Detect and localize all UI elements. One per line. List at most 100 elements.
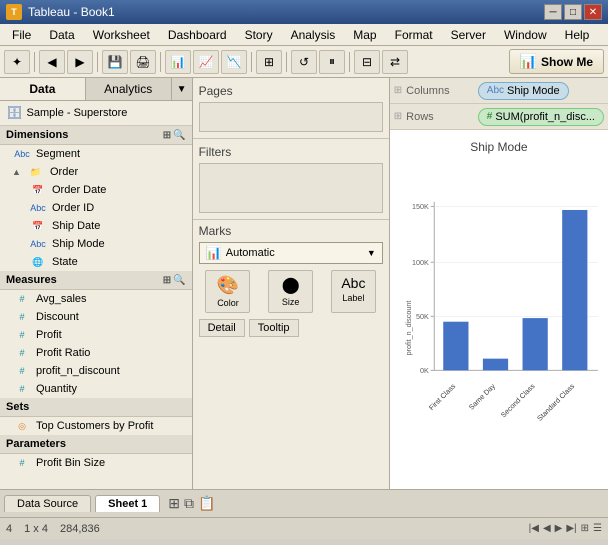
toolbar-filter[interactable]: ⊞ bbox=[256, 50, 282, 74]
measure-profit-n-discount-label: profit_n_discount bbox=[36, 365, 120, 377]
info-item1: 4 bbox=[6, 523, 12, 535]
marks-size-btn[interactable]: ⬤ Size bbox=[268, 270, 313, 313]
measure-quantity[interactable]: # Quantity bbox=[0, 380, 192, 398]
toolbar-table[interactable]: ⊟ bbox=[354, 50, 380, 74]
tab-data-source[interactable]: Data Source bbox=[4, 495, 91, 512]
nav-prev-icon[interactable]: ◀ bbox=[543, 523, 551, 534]
abc-icon-3: Abc bbox=[28, 239, 48, 249]
toolbar-chart3[interactable]: 📉 bbox=[221, 50, 247, 74]
menu-server[interactable]: Server bbox=[443, 26, 494, 44]
tab-analytics[interactable]: Analytics bbox=[86, 78, 172, 100]
new-sheet-icon[interactable]: ⊞ bbox=[168, 495, 180, 512]
menu-help[interactable]: Help bbox=[557, 26, 598, 44]
filters-shelf[interactable] bbox=[199, 163, 383, 213]
bar-second-class[interactable] bbox=[522, 318, 547, 370]
list-view-icon[interactable]: ☰ bbox=[593, 523, 602, 534]
measure-profit[interactable]: # Profit bbox=[0, 326, 192, 344]
panel-collapse-arrow[interactable]: ▼ bbox=[172, 78, 192, 100]
toolbar-pause[interactable]: ⏸ bbox=[319, 50, 345, 74]
info-item3: 284,836 bbox=[60, 523, 100, 535]
show-me-button[interactable]: 📊 Show Me bbox=[509, 49, 604, 74]
toolbar-refresh[interactable]: ↺ bbox=[291, 50, 317, 74]
measures-grid-icon[interactable]: ⊞ bbox=[163, 275, 171, 286]
dim-ship-mode[interactable]: Abc Ship Mode bbox=[0, 235, 192, 253]
dim-state[interactable]: 🌐 State bbox=[0, 253, 192, 271]
marks-color-btn[interactable]: 🎨 Color bbox=[205, 270, 250, 313]
dim-order-date[interactable]: 📅 Order Date bbox=[0, 181, 192, 199]
toolbar-back[interactable]: ◀ bbox=[39, 50, 65, 74]
nav-first-icon[interactable]: |◀ bbox=[529, 523, 539, 534]
nav-next-icon[interactable]: ▶ bbox=[555, 523, 563, 534]
y-tick-50k: 50K bbox=[416, 312, 429, 321]
add-dashboard-icon[interactable]: 📋 bbox=[198, 495, 215, 512]
menu-window[interactable]: Window bbox=[496, 26, 555, 44]
hash-icon-1: # bbox=[12, 294, 32, 304]
dim-segment[interactable]: Abc Segment bbox=[0, 145, 192, 163]
chart-title: Ship Mode bbox=[400, 140, 598, 154]
dimensions-label: Dimensions bbox=[6, 129, 68, 141]
parameters-label: Parameters bbox=[6, 438, 66, 450]
toolbar-sep-1 bbox=[34, 52, 35, 72]
grid-view-icon[interactable]: ⊞ bbox=[581, 523, 589, 534]
set-top-customers[interactable]: ◎ Top Customers by Profit bbox=[0, 417, 192, 435]
toolbar-forward[interactable]: ▶ bbox=[67, 50, 93, 74]
title-bar: T Tableau - Book1 ─ □ ✕ bbox=[0, 0, 608, 24]
marks-detail-btn[interactable]: Detail bbox=[199, 319, 245, 337]
measure-discount[interactable]: # Discount bbox=[0, 308, 192, 326]
menu-format[interactable]: Format bbox=[387, 26, 441, 44]
measures-search-icon[interactable]: 🔍 bbox=[173, 275, 185, 286]
measures-label: Measures bbox=[6, 274, 57, 286]
menu-dashboard[interactable]: Dashboard bbox=[160, 26, 235, 44]
dim-order-folder[interactable]: ▲ 📁 Order bbox=[0, 163, 192, 181]
marks-type-dropdown[interactable]: 📊 Automatic ▼ bbox=[199, 242, 383, 264]
minimize-button[interactable]: ─ bbox=[544, 4, 562, 20]
window-title: Tableau - Book1 bbox=[28, 5, 115, 19]
columns-shelf: ⊞ Columns Abc Ship Mode bbox=[390, 78, 608, 104]
toolbar-save[interactable]: 💾 bbox=[102, 50, 128, 74]
tab-data[interactable]: Data bbox=[0, 78, 86, 100]
menu-file[interactable]: File bbox=[4, 26, 39, 44]
chart-area: Ship Mode profit_n_discount 150K 100K 50… bbox=[390, 130, 608, 489]
window-controls[interactable]: ─ □ ✕ bbox=[544, 4, 602, 20]
data-analytics-tabs: Data Analytics ▼ bbox=[0, 78, 192, 101]
tab-sheet1[interactable]: Sheet 1 bbox=[95, 495, 160, 512]
menu-map[interactable]: Map bbox=[345, 26, 384, 44]
menu-analysis[interactable]: Analysis bbox=[283, 26, 344, 44]
marks-tooltip-btn[interactable]: Tooltip bbox=[249, 319, 299, 337]
data-source-item[interactable]: 🗄 Sample - Superstore bbox=[0, 101, 192, 126]
folder-icon: 📁 bbox=[26, 167, 46, 178]
maximize-button[interactable]: □ bbox=[564, 4, 582, 20]
menu-story[interactable]: Story bbox=[237, 26, 281, 44]
toolbar-sep-2 bbox=[97, 52, 98, 72]
dimensions-grid-icon[interactable]: ⊞ bbox=[163, 130, 171, 141]
toolbar-new[interactable]: ✦ bbox=[4, 50, 30, 74]
bar-same-day[interactable] bbox=[483, 359, 508, 371]
menu-data[interactable]: Data bbox=[41, 26, 82, 44]
dim-order-label: Order bbox=[50, 166, 78, 178]
row-profit-pill[interactable]: # SUM(profit_n_disc... bbox=[478, 108, 604, 126]
panel-scroll-area: Dimensions ⊞ 🔍 Abc Segment ▲ 📁 Order 📅 O… bbox=[0, 126, 192, 489]
column-ship-mode-pill[interactable]: Abc Ship Mode bbox=[478, 82, 569, 100]
param-profit-bin[interactable]: # Profit Bin Size bbox=[0, 454, 192, 472]
duplicate-sheet-icon[interactable]: ⧉ bbox=[184, 495, 194, 512]
marks-label-btn[interactable]: Abc Label bbox=[331, 270, 376, 313]
toolbar-chart2[interactable]: 📈 bbox=[193, 50, 219, 74]
dim-order-id[interactable]: Abc Order ID bbox=[0, 199, 192, 217]
toolbar: ✦ ◀ ▶ 💾 🖨 📊 📈 📉 ⊞ ↺ ⏸ ⊟ ⇄ 📊 Show Me bbox=[0, 46, 608, 78]
pill-icon: Abc bbox=[487, 85, 504, 96]
toolbar-print[interactable]: 🖨 bbox=[130, 50, 156, 74]
middle-panel: Pages Filters Marks 📊 Automatic ▼ 🎨 Colo… bbox=[193, 78, 390, 489]
menu-worksheet[interactable]: Worksheet bbox=[85, 26, 158, 44]
measure-profit-n-discount[interactable]: # profit_n_discount bbox=[0, 362, 192, 380]
dimensions-search-icon[interactable]: 🔍 bbox=[173, 130, 185, 141]
close-button[interactable]: ✕ bbox=[584, 4, 602, 20]
nav-last-icon[interactable]: ▶| bbox=[566, 523, 576, 534]
dim-ship-date[interactable]: 📅 Ship Date bbox=[0, 217, 192, 235]
toolbar-swap[interactable]: ⇄ bbox=[382, 50, 408, 74]
bar-standard-class[interactable] bbox=[562, 210, 587, 370]
toolbar-chart1[interactable]: 📊 bbox=[165, 50, 191, 74]
pages-shelf[interactable] bbox=[199, 102, 383, 132]
measure-avg-sales[interactable]: # Avg_sales bbox=[0, 290, 192, 308]
measure-profit-ratio[interactable]: # Profit Ratio bbox=[0, 344, 192, 362]
bar-first-class[interactable] bbox=[443, 322, 468, 371]
